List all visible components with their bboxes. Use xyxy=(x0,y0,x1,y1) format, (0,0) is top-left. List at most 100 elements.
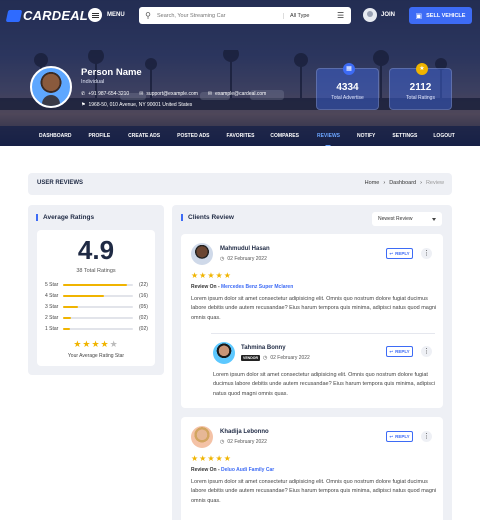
review-date: ◷ 02 February 2022 xyxy=(220,439,267,445)
email-info[interactable]: ✉ support@example.com xyxy=(139,91,198,97)
review-on-label: Review On - xyxy=(191,284,220,290)
review-item: Mahmudul Hasan ◷ 02 February 2022 ↩ REPLY … xyxy=(181,234,443,408)
nav-favorites[interactable]: FAVORITES xyxy=(226,133,254,139)
rating-row-count: (22) xyxy=(139,282,148,288)
top-bar: CARDEAL MENU ⚲ All Type ☰ JOIN ▣ SELL VE… xyxy=(0,0,480,32)
nav-logout[interactable]: LOGOUT xyxy=(433,133,454,139)
more-options-icon[interactable]: ⋮ xyxy=(421,431,432,442)
profile-role: Individual xyxy=(81,79,105,85)
profile-contact-row: ✆ +91 987-654-3210 ✉ support@example.com ✉… xyxy=(81,91,266,97)
review-item: Khadija Lebonno ◷ 02 February 2022 ↩ REPLY… xyxy=(181,417,443,520)
mail-icon: ✉ xyxy=(139,91,144,97)
breadcrumb-dashboard[interactable]: Dashboard xyxy=(389,180,416,186)
rating-bar xyxy=(63,306,133,308)
review-date: VENDOR ◷ 02 February 2022 xyxy=(241,355,310,361)
rating-bar-fill xyxy=(63,306,79,308)
nav-notify[interactable]: NOTIFY xyxy=(357,133,375,139)
search-icon[interactable]: ⚲ xyxy=(139,11,153,20)
rating-row-label: 4 Star xyxy=(45,293,59,299)
nav-posted-ads[interactable]: POSTED ADS xyxy=(177,133,209,139)
dashboard-nav: DASHBOARD PROFILE CREATE ADS POSTED ADS … xyxy=(0,126,480,146)
rating-row-label: 1 Star xyxy=(45,326,59,332)
filter-icon[interactable]: ☰ xyxy=(333,11,344,20)
reviewer-name: Khadija Lebonno xyxy=(220,429,269,435)
review-text: Lorem ipsum dolor sit amet consectetur a… xyxy=(191,479,437,504)
rating-bar xyxy=(63,317,133,319)
profile-hero: CARDEAL MENU ⚲ All Type ☰ JOIN ▣ SELL VE… xyxy=(0,0,480,146)
breadcrumb-home[interactable]: Home xyxy=(365,180,380,186)
phone-info: ✆ +91 987-654-3210 xyxy=(81,91,130,97)
rating-bar xyxy=(63,295,133,297)
profile-address-row: ⚑ 1968-50, 010 Avenue, NY 90001 United St… xyxy=(81,102,192,108)
total-ratings: 38 Total Ratings xyxy=(76,268,116,274)
nav-settings[interactable]: SETTINGS xyxy=(392,133,417,139)
logo[interactable]: CARDEAL xyxy=(5,8,88,23)
calendar-icon: ▦ xyxy=(343,63,355,75)
average-caption: Your Average Rating Star xyxy=(67,353,125,359)
more-options-icon[interactable]: ⋮ xyxy=(421,248,432,259)
rating-bar xyxy=(63,328,133,330)
nav-reviews[interactable]: REVIEWS xyxy=(317,133,340,146)
sell-label: SELL VEHICLE xyxy=(426,12,466,19)
sell-vehicle-button[interactable]: ▣ SELL VEHICLE xyxy=(409,7,472,24)
star-icon: ★★★★ xyxy=(73,339,110,349)
menu-label: MENU xyxy=(107,12,125,18)
breadcrumb-current: Review xyxy=(425,180,444,186)
type-select[interactable]: All Type xyxy=(283,12,333,19)
rating-row-5: 5 Star (22) xyxy=(45,281,149,289)
reply-button[interactable]: ↩ REPLY xyxy=(386,346,413,357)
review-car-link[interactable]: Mercedes Benz Super Mclaren xyxy=(221,284,293,290)
nav-dashboard[interactable]: DASHBOARD xyxy=(39,133,72,139)
stat-total-advertise: ▦ 4334 Total Advertise xyxy=(316,63,379,110)
rating-row-count: (16) xyxy=(139,293,148,299)
reply-button[interactable]: ↩ REPLY xyxy=(386,248,413,259)
more-options-icon[interactable]: ⋮ xyxy=(421,346,432,357)
review-stars: ★★★★★ xyxy=(191,271,232,280)
rating-bar-fill xyxy=(63,328,70,330)
nav-compares[interactable]: COMPARES xyxy=(270,133,299,139)
review-text: Lorem ipsum dolor sit amet consectetur a… xyxy=(191,296,437,321)
search-bar: ⚲ All Type ☰ xyxy=(139,7,351,24)
avatar xyxy=(213,342,235,364)
section-title: Clients Review xyxy=(181,214,234,221)
rating-summary: 4.9 38 Total Ratings 5 Star (22) 4 Star … xyxy=(37,230,155,366)
avatar xyxy=(191,243,213,265)
map-icon: ⚑ xyxy=(81,102,86,108)
rating-row-count: (05) xyxy=(139,304,148,310)
rating-bar xyxy=(63,284,133,286)
mail-icon: ✉ xyxy=(207,91,213,97)
review-on-label: Review On - xyxy=(191,467,220,473)
stat-value: 4334 xyxy=(336,82,359,93)
clock-icon: ◷ xyxy=(220,439,225,445)
email-info-2[interactable]: ✉ example@cardeal.com xyxy=(208,91,266,97)
clock-icon: ◷ xyxy=(262,355,268,361)
nav-create-ads[interactable]: CREATE ADS xyxy=(128,133,160,139)
review-text: Lorem ipsum dolor sit amet consectetur a… xyxy=(213,372,435,397)
search-input[interactable] xyxy=(153,12,283,19)
reply-button[interactable]: ↩ REPLY xyxy=(386,431,413,442)
stat-label: Total Ratings xyxy=(406,95,435,101)
join-button[interactable]: JOIN xyxy=(363,8,395,22)
divider xyxy=(211,333,435,334)
rating-row-count: (02) xyxy=(139,326,148,332)
review-car-link[interactable]: Deluo Audi Family Car xyxy=(221,467,274,473)
address-info: ⚑ 1968-50, 010 Avenue, NY 90001 United St… xyxy=(81,102,193,108)
review-stars: ★★★★★ xyxy=(191,454,232,463)
rating-row-label: 2 Star xyxy=(45,315,59,321)
menu-button[interactable]: MENU xyxy=(88,8,125,22)
rating-bar-fill xyxy=(63,284,128,286)
nav-profile[interactable]: PROFILE xyxy=(89,133,111,139)
section-title: Average Ratings xyxy=(36,214,94,221)
reply-icon: ↩ xyxy=(389,433,394,439)
reply-icon: ↩ xyxy=(389,348,394,354)
rating-bar-fill xyxy=(63,295,104,297)
profile-name: Person Name xyxy=(81,67,142,78)
stat-label: Total Advertise xyxy=(331,95,364,101)
average-ratings-card: Average Ratings 4.9 38 Total Ratings 5 S… xyxy=(28,205,164,375)
logo-text: CARDEAL xyxy=(23,8,88,23)
hamburger-icon xyxy=(88,8,102,22)
rating-row-2: 2 Star (02) xyxy=(45,314,149,322)
sort-select[interactable]: Newest Review xyxy=(372,212,442,226)
rating-row-4: 4 Star (16) xyxy=(45,292,149,300)
rating-row-3: 3 Star (05) xyxy=(45,303,149,311)
